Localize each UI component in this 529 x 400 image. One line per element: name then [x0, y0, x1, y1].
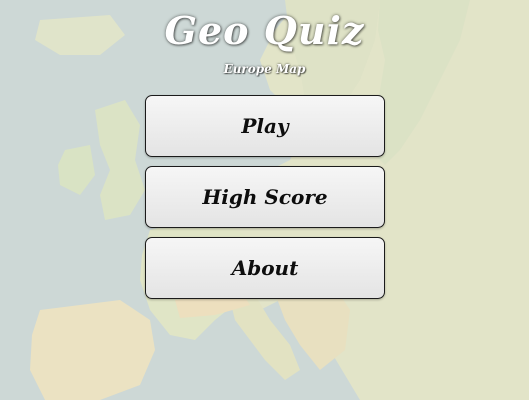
about-button[interactable]: About — [145, 237, 385, 299]
main-menu: Play High Score About — [145, 95, 385, 308]
app-subtitle: Europe Map — [223, 62, 306, 76]
play-button[interactable]: Play — [145, 95, 385, 157]
app-title: Geo Quiz — [164, 8, 365, 53]
high-score-button[interactable]: High Score — [145, 166, 385, 228]
